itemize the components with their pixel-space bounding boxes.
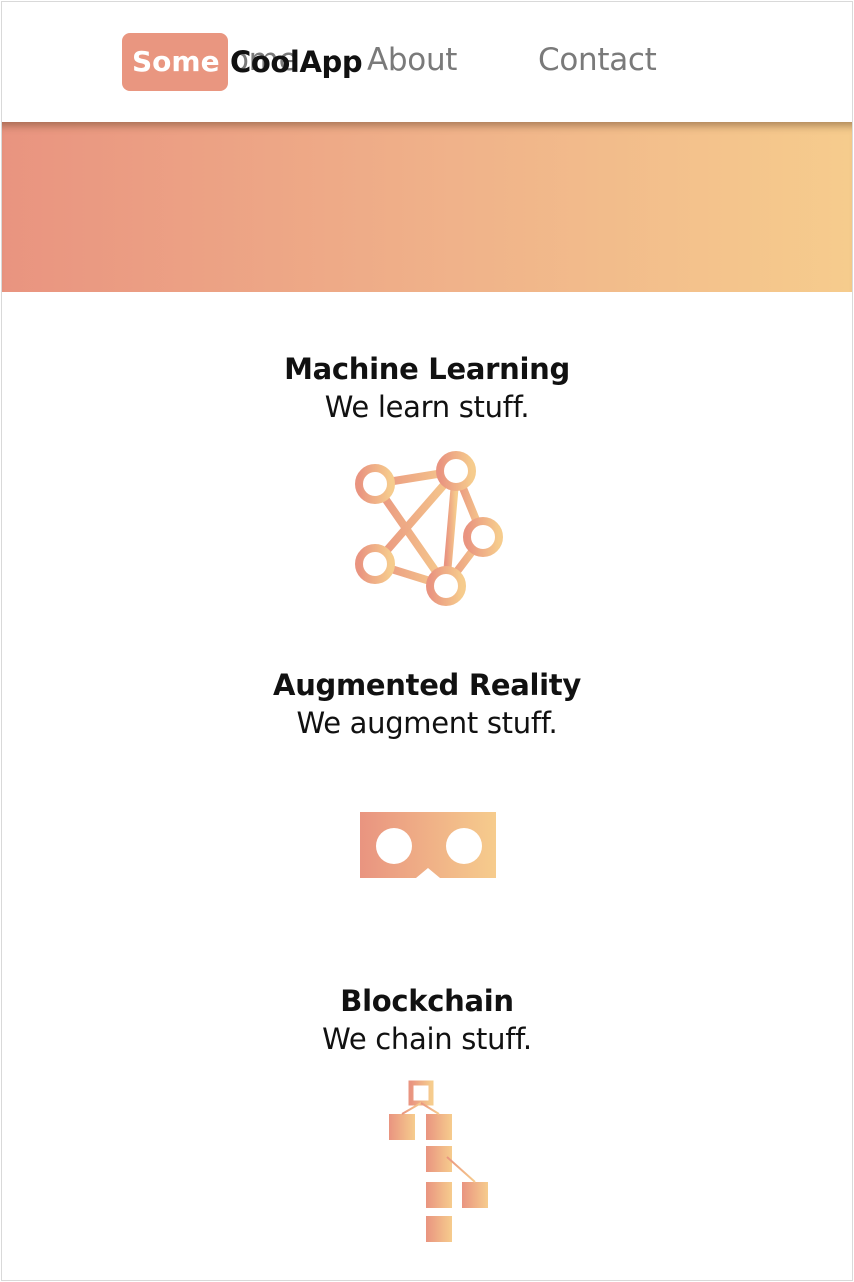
feature-description: We learn stuff. — [324, 390, 530, 424]
navbar: Home About Contact Some CoolApp — [2, 2, 852, 122]
feature-description: We augment stuff. — [296, 706, 558, 740]
vr-headset-icon — [360, 812, 496, 882]
feature-augmented-reality: Augmented Reality We augment stuff. — [2, 668, 852, 740]
logo-badge: Some — [122, 33, 228, 91]
feature-description: We chain stuff. — [322, 1022, 532, 1056]
feature-title: Machine Learning — [284, 352, 570, 386]
nav-link-contact[interactable]: Contact — [538, 42, 657, 78]
feature-title: Augmented Reality — [273, 668, 581, 702]
feature-blockchain: Blockchain We chain stuff. — [2, 984, 852, 1056]
blockchain-icon — [387, 1079, 491, 1247]
page-frame: Home About Contact Some CoolApp Machine … — [1, 1, 853, 1281]
neural-network-icon — [352, 450, 504, 612]
hero-banner — [2, 122, 852, 292]
feature-machine-learning: Machine Learning We learn stuff. — [2, 352, 852, 424]
nav-link-about[interactable]: About — [367, 42, 457, 78]
feature-title: Blockchain — [340, 984, 514, 1018]
logo-text: CoolApp — [230, 45, 363, 79]
